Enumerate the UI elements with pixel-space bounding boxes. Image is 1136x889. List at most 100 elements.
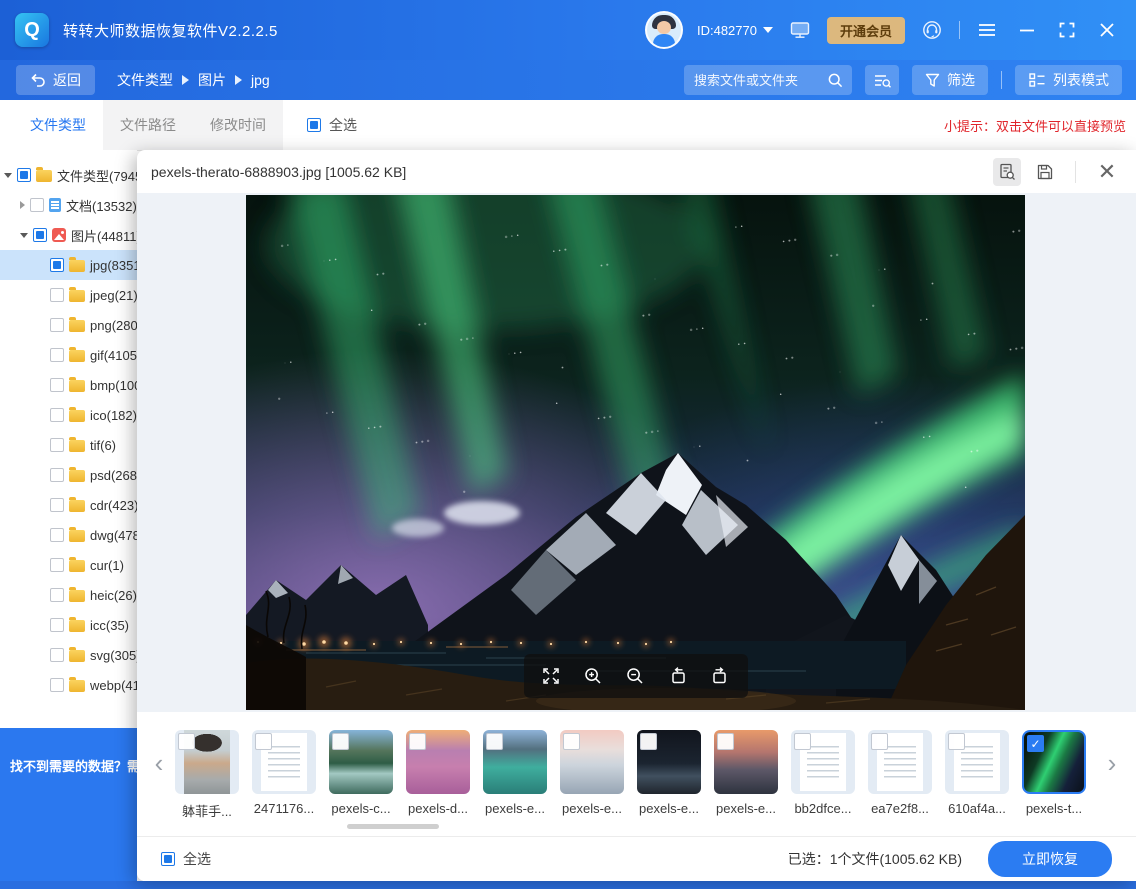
tree-checkbox[interactable]	[50, 468, 64, 482]
sidebar-item-heic-26-[interactable]: heic(26)	[0, 580, 137, 610]
thumbnail-checkbox[interactable]	[255, 733, 272, 750]
tree-checkbox[interactable]	[50, 558, 64, 572]
thumbnail-checkbox[interactable]	[717, 733, 734, 750]
thumbnail-lake[interactable]: pexels-c...	[329, 730, 393, 820]
sidebar-item-jpg-8351-[interactable]: jpg(8351)	[0, 250, 137, 280]
tree-checkbox[interactable]	[17, 168, 31, 182]
thumbnail-doc[interactable]: bb2dfce...	[791, 730, 855, 820]
modal-close-button[interactable]: ✕	[1092, 158, 1122, 186]
tree-checkbox[interactable]	[50, 408, 64, 422]
sidebar-item-psd-2681-[interactable]: psd(2681)	[0, 460, 137, 490]
zoom-in-button[interactable]	[580, 663, 606, 689]
sidebar-item-tif-6-[interactable]: tif(6)	[0, 430, 137, 460]
thumbnail-checkbox[interactable]	[486, 733, 503, 750]
rotate-right-button[interactable]	[707, 663, 733, 689]
search-box[interactable]	[684, 65, 852, 95]
thumbnail-checkbox[interactable]	[640, 733, 657, 750]
filter-button[interactable]: 筛选	[912, 65, 988, 95]
thumbnail-checkbox[interactable]	[794, 733, 811, 750]
user-avatar[interactable]	[645, 11, 683, 49]
thumbs-prev-button[interactable]: ‹	[147, 750, 171, 776]
menu-button[interactable]	[974, 17, 1000, 43]
thumbs-next-button[interactable]: ›	[1100, 750, 1124, 776]
thumbnail-portrait[interactable]: 躰菲手...	[175, 730, 239, 820]
vip-button[interactable]: 开通会员	[827, 17, 905, 44]
thumbnail-doc[interactable]: ea7e2f8...	[868, 730, 932, 820]
recover-button[interactable]: 立即恢复	[988, 841, 1112, 877]
sidebar-item-cur-1-[interactable]: cur(1)	[0, 550, 137, 580]
back-button[interactable]: 返回	[16, 65, 95, 95]
sidebar-item--44811-[interactable]: 图片(44811)	[0, 220, 137, 250]
sidebar-item--79451[interactable]: 文件类型(79451	[0, 160, 137, 190]
thumbnail-checkbox[interactable]	[871, 733, 888, 750]
tree-checkbox[interactable]	[50, 378, 64, 392]
tree-checkbox[interactable]	[50, 618, 64, 632]
sidebar-item-cdr-423-[interactable]: cdr(423)	[0, 490, 137, 520]
thumbnail-image[interactable]	[329, 730, 393, 794]
sidebar-promo-banner[interactable]: 找不到需要的数据？需	[0, 728, 137, 889]
thumbnail-checkbox[interactable]	[409, 733, 426, 750]
save-file-button[interactable]	[1031, 158, 1059, 186]
thumbnail-checkbox[interactable]	[563, 733, 580, 750]
tree-checkbox[interactable]	[50, 258, 64, 272]
monitor-button[interactable]	[787, 17, 813, 43]
sidebar-item-svg-305-[interactable]: svg(305)	[0, 640, 137, 670]
sidebar-item--13532-[interactable]: 文档(13532)	[0, 190, 137, 220]
preview-mode-button[interactable]	[993, 158, 1021, 186]
tree-checkbox[interactable]	[50, 438, 64, 452]
sidebar-item-bmp-100-[interactable]: bmp(100)	[0, 370, 137, 400]
thumbnail-image[interactable]	[868, 730, 932, 794]
thumbnail-image[interactable]	[1022, 730, 1086, 794]
minimize-button[interactable]	[1014, 17, 1040, 43]
thumbnail-nightmtn[interactable]: pexels-e...	[637, 730, 701, 820]
tree-checkbox[interactable]	[50, 318, 64, 332]
tree-expander-icon[interactable]	[20, 201, 25, 209]
sidebar-item-jpeg-21-[interactable]: jpeg(21)	[0, 280, 137, 310]
thumbnail-checkbox[interactable]	[948, 733, 965, 750]
thumbnail-image[interactable]	[714, 730, 778, 794]
tree-checkbox[interactable]	[50, 528, 64, 542]
maximize-button[interactable]	[1054, 17, 1080, 43]
thumbnail-image[interactable]	[560, 730, 624, 794]
tree-expander-icon[interactable]	[4, 173, 12, 178]
thumbnail-image[interactable]	[252, 730, 316, 794]
search-input[interactable]	[692, 72, 827, 89]
breadcrumb-root[interactable]: 文件类型	[117, 70, 173, 90]
sidebar-item-png-28056[interactable]: png(28056	[0, 310, 137, 340]
rotate-left-button[interactable]	[665, 663, 691, 689]
tree-checkbox[interactable]	[50, 588, 64, 602]
sidebar-item-webp-41-[interactable]: webp(41)	[0, 670, 137, 700]
thumbnail-flowers[interactable]: pexels-d...	[406, 730, 470, 820]
thumbnail-aurora[interactable]: pexels-t...	[1022, 730, 1086, 820]
sidebar-item-icc-35-[interactable]: icc(35)	[0, 610, 137, 640]
tab-file-type[interactable]: 文件类型	[13, 100, 103, 150]
breadcrumb-leaf[interactable]: jpg	[251, 72, 270, 88]
zoom-out-button[interactable]	[622, 663, 648, 689]
tree-checkbox[interactable]	[33, 228, 47, 242]
sidebar-item-gif-4105-[interactable]: gif(4105)	[0, 340, 137, 370]
thumbnail-image[interactable]	[175, 730, 239, 794]
thumbnail-checkbox[interactable]	[332, 733, 349, 750]
sidebar-item-dwg-478-[interactable]: dwg(478)	[0, 520, 137, 550]
search-icon[interactable]	[827, 72, 844, 89]
tree-checkbox[interactable]	[30, 198, 44, 212]
fullscreen-button[interactable]	[538, 663, 564, 689]
breadcrumb-mid[interactable]: 图片	[198, 70, 226, 90]
user-id-dropdown[interactable]: ID:482770	[697, 23, 773, 38]
thumbnail-sunsetcoast[interactable]: pexels-e...	[714, 730, 778, 820]
thumbnail-image[interactable]	[791, 730, 855, 794]
tree-checkbox[interactable]	[50, 648, 64, 662]
thumbnail-image[interactable]	[406, 730, 470, 794]
close-button[interactable]	[1094, 17, 1120, 43]
tree-checkbox[interactable]	[50, 288, 64, 302]
customer-service-button[interactable]	[919, 17, 945, 43]
thumbnail-image[interactable]	[483, 730, 547, 794]
thumbnail-snowpink[interactable]: pexels-e...	[560, 730, 624, 820]
thumbnail-image[interactable]	[637, 730, 701, 794]
tab-file-path[interactable]: 文件路径	[103, 100, 193, 150]
thumbnail-doc[interactable]: 2471176...	[252, 730, 316, 820]
deep-search-button[interactable]	[865, 65, 899, 95]
thumbnail-checkbox[interactable]	[178, 733, 195, 750]
thumbnail-turquoise[interactable]: pexels-e...	[483, 730, 547, 820]
thumbs-scrollbar[interactable]	[347, 824, 439, 829]
